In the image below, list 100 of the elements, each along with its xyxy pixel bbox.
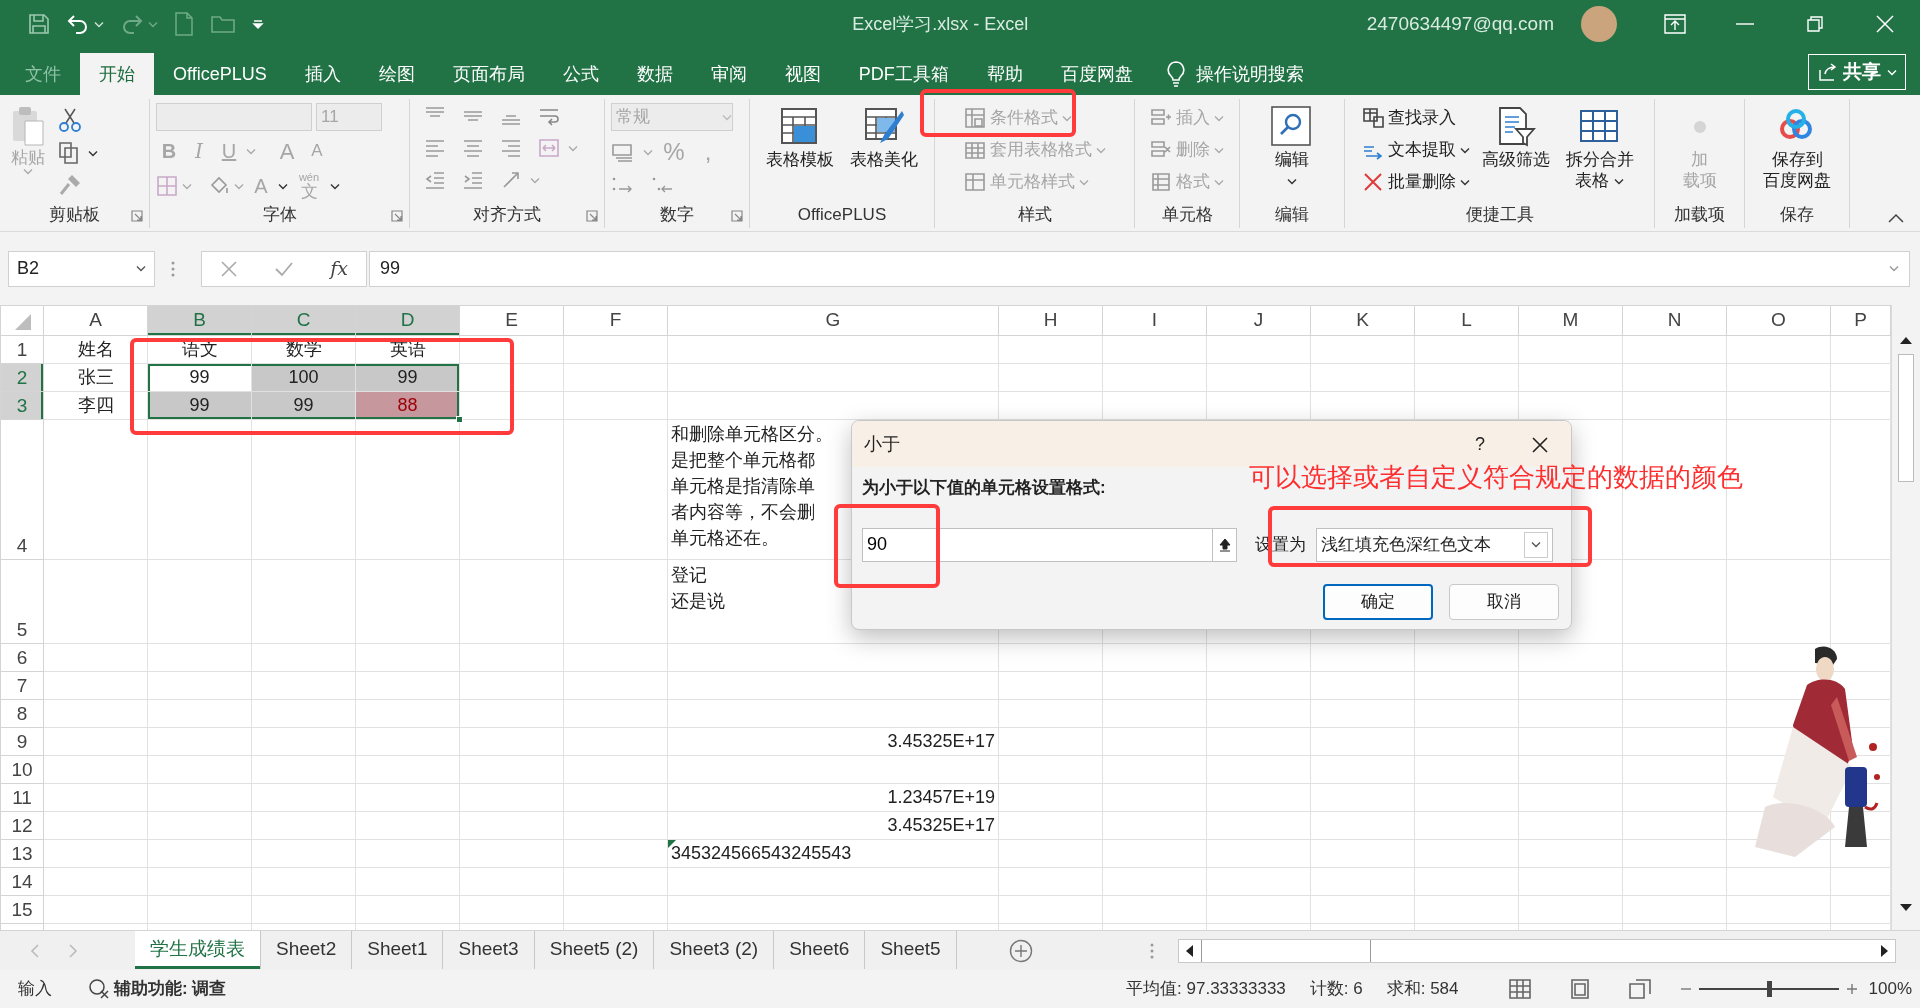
column-header[interactable]: B <box>147 305 252 335</box>
row-header[interactable]: 15 <box>0 895 44 923</box>
row-header[interactable]: 12 <box>0 811 44 839</box>
row-header[interactable]: 2 <box>0 363 44 391</box>
menu-tab[interactable]: 绘图 <box>359 53 434 95</box>
spreadsheet-cell[interactable]: 99 <box>148 363 251 391</box>
row-header[interactable]: 14 <box>0 867 44 895</box>
share-button[interactable]: 共享 <box>1808 54 1906 90</box>
collapse-ribbon-icon[interactable] <box>1888 213 1904 223</box>
increase-indent-icon[interactable] <box>462 169 484 191</box>
cut-icon[interactable] <box>58 107 82 133</box>
sheet-tab[interactable]: Sheet3 (2) <box>654 930 775 969</box>
menu-tab[interactable]: 公式 <box>543 53 618 95</box>
spreadsheet-cell[interactable]: 100 <box>252 363 355 391</box>
column-header[interactable]: O <box>1726 305 1831 335</box>
ribbon-button[interactable]: 表格模板 <box>762 103 838 202</box>
save-icon[interactable] <box>28 13 50 35</box>
collapse-dialog-button[interactable] <box>1213 527 1237 562</box>
dialog-launcher-icon[interactable] <box>586 209 598 222</box>
page-break-icon[interactable] <box>1628 979 1651 999</box>
redo-icon[interactable] <box>120 13 144 35</box>
fill-handle[interactable] <box>456 415 463 423</box>
format-dropdown[interactable]: 浅红填充色深红色文本 <box>1316 527 1553 562</box>
ribbon-display-icon[interactable] <box>1664 14 1686 34</box>
sheet-tab[interactable]: Sheet3 <box>443 930 535 969</box>
help-button[interactable]: ? <box>1475 430 1485 458</box>
close-icon[interactable] <box>1531 435 1549 454</box>
row-header[interactable]: 10 <box>0 755 44 783</box>
spreadsheet-cell[interactable]: 99 <box>252 391 355 419</box>
customize-icon[interactable] <box>252 18 264 30</box>
menu-tab[interactable]: 视图 <box>765 53 840 95</box>
ribbon-button[interactable]: 编辑 <box>1266 103 1318 202</box>
zoom-in-icon[interactable] <box>1844 982 1859 996</box>
restore-icon[interactable] <box>1804 14 1826 34</box>
format-painter-icon[interactable] <box>58 173 82 197</box>
row-header[interactable]: 11 <box>0 783 44 811</box>
spreadsheet-cell[interactable]: 99 <box>356 363 459 391</box>
align-right-icon[interactable] <box>500 137 522 159</box>
sheet-tab[interactable]: Sheet2 <box>261 930 353 969</box>
column-header[interactable]: C <box>251 305 356 335</box>
menu-tab[interactable]: 页面布局 <box>433 53 544 95</box>
normal-view-icon[interactable] <box>1508 979 1531 999</box>
zoom-thumb[interactable] <box>1766 981 1772 997</box>
next-sheet-icon[interactable] <box>68 943 78 958</box>
spreadsheet-cell[interactable]: 姓名 <box>44 335 147 363</box>
menu-tab[interactable]: 数据 <box>617 53 692 95</box>
column-header[interactable]: H <box>998 305 1103 335</box>
dialog-launcher-icon[interactable] <box>131 209 143 222</box>
menu-tab[interactable]: 百度网盘 <box>1041 53 1152 95</box>
avatar[interactable] <box>1580 5 1618 43</box>
sheet-tab[interactable]: Sheet6 <box>774 930 866 969</box>
zoom-level[interactable]: 100% <box>1868 976 1912 1002</box>
page-layout-icon[interactable] <box>1568 979 1591 999</box>
copy-icon[interactable] <box>58 141 80 165</box>
row-header[interactable]: 4 <box>0 419 44 559</box>
ribbon-button[interactable]: 保存到 百度网盘 <box>1759 103 1835 202</box>
decrease-indent-icon[interactable] <box>424 169 446 191</box>
ribbon-button[interactable]: 文本提取 <box>1361 135 1470 165</box>
folder-icon[interactable] <box>210 13 236 35</box>
dialog-button[interactable]: 取消 <box>1449 583 1559 620</box>
column-header[interactable]: A <box>43 305 148 335</box>
row-header[interactable]: 13 <box>0 839 44 867</box>
menu-tab[interactable]: 帮助 <box>967 53 1042 95</box>
column-header[interactable]: P <box>1830 305 1891 335</box>
column-header[interactable]: F <box>563 305 668 335</box>
ribbon-button[interactable]: 拆分合并 表格 <box>1561 103 1638 202</box>
select-all-button[interactable] <box>0 305 44 335</box>
align-left-icon[interactable] <box>424 137 446 159</box>
column-header[interactable]: N <box>1622 305 1727 335</box>
merge-icon[interactable] <box>538 137 560 159</box>
column-header[interactable]: K <box>1310 305 1415 335</box>
row-header[interactable]: 6 <box>0 643 44 671</box>
scrollbar-thumb[interactable] <box>1201 939 1371 962</box>
currency-icon[interactable] <box>611 141 635 163</box>
cancel-icon[interactable] <box>220 259 239 278</box>
align-center-icon[interactable] <box>462 137 484 159</box>
accessibility-status[interactable]: 辅助功能: 调查 <box>114 976 227 1002</box>
ribbon-button[interactable]: 批量删除 <box>1361 167 1470 197</box>
spreadsheet-cell[interactable]: 1.23457E+19 <box>668 783 998 811</box>
previous-sheet-icon[interactable] <box>30 943 40 958</box>
row-header[interactable]: 5 <box>0 559 44 643</box>
scrollbar-thumb[interactable] <box>1898 354 1914 482</box>
undo-icon[interactable] <box>66 13 90 35</box>
spreadsheet-cell[interactable]: 和删除单元格区分。 是把整个单元格都 单元格是指清除单 者内容等，不会删 单元格还在。 <box>671 420 833 551</box>
row-header[interactable]: 7 <box>0 671 44 699</box>
sheet-tab[interactable]: Sheet1 <box>352 930 444 969</box>
tell-me-search[interactable]: 操作说明搜索 <box>1165 53 1304 95</box>
caret-icon[interactable] <box>88 149 98 157</box>
column-header[interactable]: M <box>1518 305 1623 335</box>
row-header[interactable]: 3 <box>0 391 44 419</box>
column-header[interactable]: D <box>355 305 460 335</box>
column-header[interactable]: G <box>667 305 999 335</box>
spreadsheet-cell[interactable]: 345324566543245543 <box>668 839 998 867</box>
spreadsheet-cell[interactable]: 李四 <box>44 391 147 419</box>
new-file-icon[interactable] <box>174 12 194 36</box>
dialog-launcher-icon[interactable] <box>731 209 743 222</box>
column-header[interactable]: L <box>1414 305 1519 335</box>
dialog-launcher-icon[interactable] <box>391 209 403 222</box>
menu-tab[interactable]: PDF工具箱 <box>839 53 968 95</box>
column-header[interactable]: I <box>1102 305 1207 335</box>
